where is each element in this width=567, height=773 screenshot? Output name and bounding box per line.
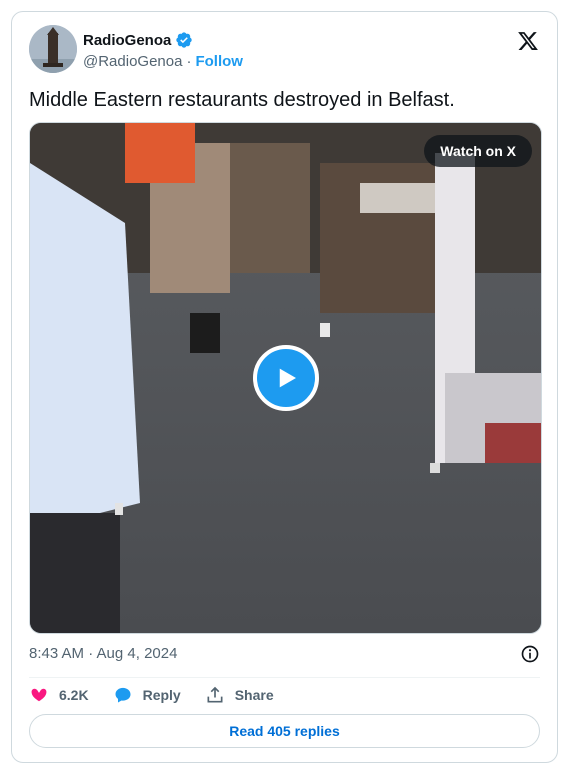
tweet-text: Middle Eastern restaurants destroyed in … [29,89,455,111]
verified-badge-icon [176,32,193,48]
like-button[interactable]: 6.2K [29,685,89,705]
handle-row: @RadioGenoa · Follow [83,53,243,70]
info-icon[interactable] [520,644,540,664]
reply-bubble-icon [115,687,131,703]
play-button[interactable] [253,345,319,411]
divider [29,677,540,678]
separator-dot: · [186,53,192,70]
reply-label: Reply [142,687,181,703]
x-logo-icon[interactable] [517,30,539,52]
share-button[interactable]: Share [205,685,274,705]
follow-button[interactable]: Follow [195,53,243,70]
reply-button[interactable]: Reply [113,685,181,705]
like-count: 6.2K [59,687,89,703]
share-label: Share [234,687,274,703]
video-player[interactable]: Watch on X [29,122,542,634]
share-upload-icon [207,686,223,703]
author-name-row: RadioGenoa [83,31,193,49]
display-name[interactable]: RadioGenoa [83,32,171,49]
author-handle[interactable]: @RadioGenoa [83,53,182,70]
tweet-card: RadioGenoa @RadioGenoa · Follow Middle E… [11,11,558,763]
read-replies-button[interactable]: Read 405 replies [29,714,540,748]
heart-icon [31,688,47,702]
watch-on-x-button[interactable]: Watch on X [424,135,532,167]
avatar[interactable] [29,25,77,73]
action-bar: 6.2K Reply Share [29,684,298,706]
play-icon [279,368,296,388]
tweet-timestamp[interactable]: 8:43 AM · Aug 4, 2024 [29,645,177,662]
